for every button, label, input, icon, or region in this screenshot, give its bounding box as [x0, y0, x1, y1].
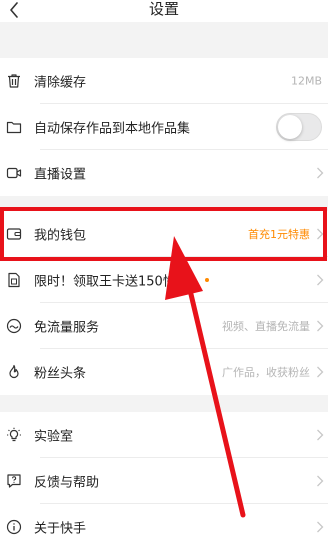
- feedback-label: 反馈与帮助: [34, 475, 100, 491]
- live-settings-row[interactable]: 直播设置: [0, 150, 328, 196]
- bulb-icon: [6, 427, 22, 443]
- king-card-label: 限时！领取王卡送150快币: [34, 274, 189, 290]
- top-nav-bar: 设置: [0, 0, 328, 22]
- lab-row[interactable]: 实验室: [0, 412, 328, 458]
- feedback-row[interactable]: 反馈与帮助: [0, 458, 328, 504]
- free-data-label: 免流量服务: [34, 320, 100, 336]
- cache-size-value: 12MB: [290, 74, 322, 88]
- fans-headline-value: 广作品，收获粉丝: [222, 366, 310, 379]
- chevron-right-icon: [316, 274, 324, 286]
- toggle-knob: [278, 115, 302, 139]
- king-card-row[interactable]: 限时！领取王卡送150快币: [0, 257, 328, 303]
- chevron-right-icon: [316, 228, 324, 240]
- free-data-value: 视频、直播免流量: [222, 320, 310, 333]
- new-dot-badge: [205, 278, 209, 282]
- settings-group-services: 我的钱包 首充1元特惠 限时！领取王卡送150快币 免流量服务 视频、直播免流量…: [0, 211, 328, 395]
- wallet-icon: [6, 226, 22, 242]
- chevron-right-icon: [316, 521, 324, 533]
- live-settings-label: 直播设置: [34, 167, 87, 183]
- chevron-right-icon: [316, 320, 324, 332]
- free-data-row[interactable]: 免流量服务 视频、直播免流量: [0, 303, 328, 349]
- auto-save-row: 自动保存作品到本地作品集: [0, 104, 328, 150]
- about-row[interactable]: 关于快手: [0, 504, 328, 538]
- wallet-label: 我的钱包: [34, 228, 87, 244]
- lab-label: 实验室: [34, 429, 74, 445]
- page-title: 设置: [148, 0, 179, 18]
- fans-headline-label: 粉丝头条: [34, 366, 87, 382]
- info-icon: [6, 519, 22, 535]
- settings-group-about: 实验室 反馈与帮助 关于快手: [0, 412, 328, 538]
- flame-icon: [6, 364, 22, 380]
- clear-cache-label: 清除缓存: [34, 75, 87, 91]
- help-chat-icon: [6, 473, 22, 489]
- chevron-right-icon: [316, 475, 324, 487]
- folder-icon: [6, 119, 22, 135]
- auto-save-label: 自动保存作品到本地作品集: [34, 121, 191, 137]
- clear-cache-row[interactable]: 清除缓存 12MB: [0, 58, 328, 104]
- chevron-right-icon: [316, 366, 324, 378]
- chevron-right-icon: [316, 167, 324, 179]
- about-label: 关于快手: [34, 521, 87, 537]
- settings-group-general: 清除缓存 12MB 自动保存作品到本地作品集 直播设置: [0, 58, 328, 196]
- trash-icon: [6, 73, 22, 89]
- wallet-row[interactable]: 我的钱包 首充1元特惠: [0, 211, 328, 257]
- fans-headline-row[interactable]: 粉丝头条 广作品，收获粉丝: [0, 349, 328, 395]
- chevron-right-icon: [316, 429, 324, 441]
- video-camera-icon: [6, 165, 22, 181]
- auto-save-toggle[interactable]: [276, 113, 322, 141]
- wallet-promo-value: 首充1元特惠: [248, 228, 310, 241]
- signal-wave-icon: [6, 318, 22, 334]
- sim-card-icon: [6, 272, 22, 288]
